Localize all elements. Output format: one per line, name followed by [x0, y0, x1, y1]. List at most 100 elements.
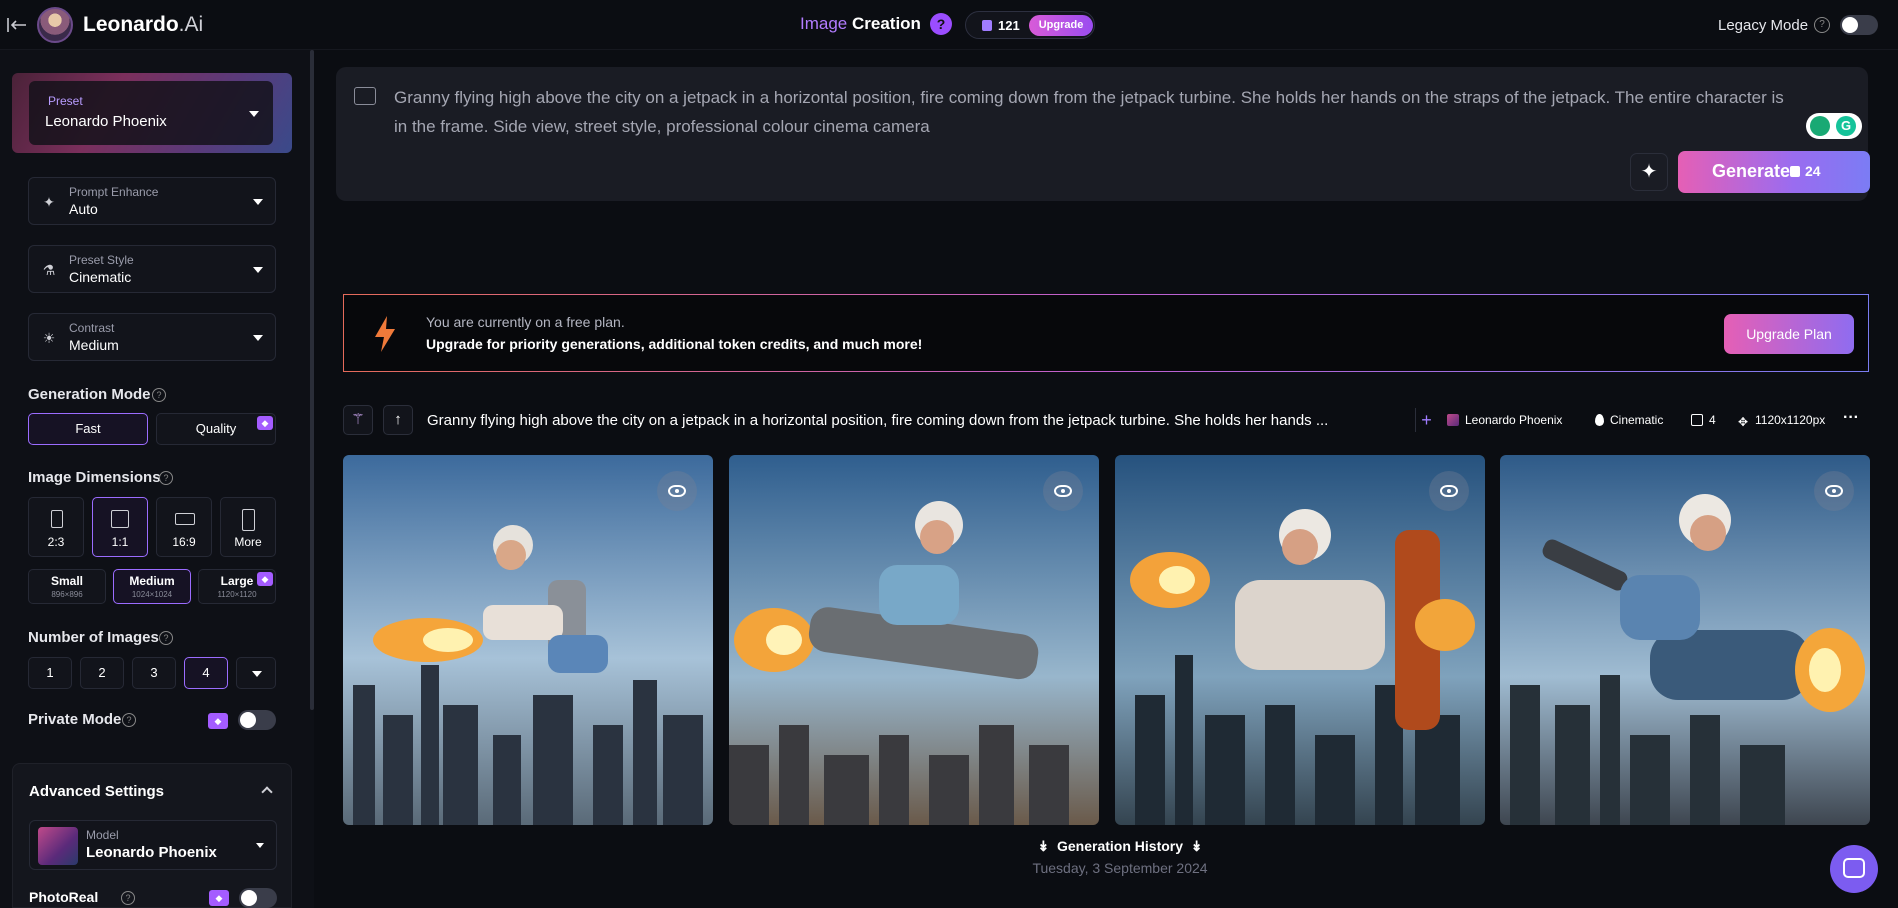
generate-label: Generate: [1712, 161, 1791, 181]
generation-style: Cinematic: [1595, 413, 1663, 427]
private-mode-help-icon[interactable]: ?: [122, 713, 136, 727]
add-prompt-button[interactable]: +: [1415, 408, 1437, 432]
advanced-settings-panel: Advanced Settings Model Leonardo Phoenix…: [12, 763, 292, 908]
mode-quality-button[interactable]: Quality ◆: [156, 413, 276, 445]
private-mode-label: Private Mode: [28, 711, 122, 728]
generation-style-text: Cinematic: [1610, 413, 1664, 427]
chevron-up-icon[interactable]: [261, 786, 273, 798]
upgrade-plan-button[interactable]: Upgrade Plan: [1724, 314, 1854, 354]
grammarly-icon: G: [1836, 116, 1856, 136]
eye-icon: [1825, 485, 1843, 497]
preset-label: Preset: [48, 94, 83, 108]
gem-icon: ◆: [209, 890, 229, 906]
drop-icon: [1595, 414, 1604, 426]
model-dropdown[interactable]: Model Leonardo Phoenix: [29, 820, 277, 870]
mode-fast-button[interactable]: Fast: [28, 413, 148, 445]
legacy-mode-toggle[interactable]: [1840, 15, 1878, 35]
size-medium-button[interactable]: Medium 1024×1024: [113, 569, 191, 604]
sun-icon: ☀: [42, 330, 56, 346]
help-icon[interactable]: ?: [930, 13, 952, 35]
eye-icon: [668, 485, 686, 497]
generation-history-date: Tuesday, 3 September 2024: [1032, 860, 1208, 876]
private-mode-toggle[interactable]: [238, 710, 276, 730]
generation-mode-label: Generation Mode: [28, 386, 151, 403]
logo-avatar[interactable]: [37, 7, 73, 43]
model-label: Model: [86, 828, 119, 842]
num-images-1-button[interactable]: 1: [28, 657, 72, 689]
ratio-label: 16:9: [172, 535, 196, 549]
top-bar: Leonardo.Ai Image Creation ? 121 Upgrade…: [0, 0, 1898, 50]
generation-prompt[interactable]: Granny flying high above the city on a j…: [427, 412, 1328, 429]
view-image-button[interactable]: [1043, 471, 1083, 511]
prompt-box[interactable]: Granny flying high above the city on a j…: [336, 67, 1870, 201]
gem-icon: ◆: [208, 713, 228, 729]
generation-model-text: Leonardo Phoenix: [1465, 413, 1563, 427]
image-dimensions-label: Image Dimensions: [28, 469, 161, 486]
generation-history[interactable]: ↡ Generation History ↡ Tuesday, 3 Septem…: [1020, 838, 1220, 876]
contrast-dropdown[interactable]: ☀ Contrast Medium: [28, 313, 276, 361]
eye-icon: [1054, 485, 1072, 497]
generation-dimensions: ✥ 1120x1120px: [1737, 413, 1825, 428]
generation-count: 4: [1691, 413, 1716, 427]
grammarly-widget[interactable]: G: [1806, 113, 1862, 139]
generated-image-2[interactable]: [729, 455, 1099, 825]
token-icon: [982, 20, 992, 31]
prompt-input[interactable]: Granny flying high above the city on a j…: [394, 83, 1794, 141]
photoreal-help-icon[interactable]: ?: [121, 891, 135, 905]
generated-image-3[interactable]: [1115, 455, 1485, 825]
ratio-shape-icon: [175, 513, 195, 525]
token-balance[interactable]: 121 Upgrade: [965, 11, 1095, 39]
arrow-up-icon[interactable]: ↑: [383, 405, 413, 435]
contrast-value: Medium: [69, 337, 119, 353]
prompt-enhance-dropdown[interactable]: ✦ Prompt Enhance Auto: [28, 177, 276, 225]
toggle-knob: [240, 712, 256, 728]
image-icon[interactable]: [354, 87, 376, 105]
free-plan-banner: You are currently on a free plan. Upgrad…: [343, 294, 1869, 372]
magic-wand-icon[interactable]: ⚚: [343, 405, 373, 435]
generation-mode-help-icon[interactable]: ?: [152, 388, 166, 402]
ratio-2-3-button[interactable]: 2:3: [28, 497, 84, 557]
view-image-button[interactable]: [657, 471, 697, 511]
gem-icon: ◆: [257, 572, 273, 586]
chevron-down-icon: [256, 843, 264, 848]
generated-image-4-art: [1500, 455, 1870, 825]
num-images-2-button[interactable]: 2: [80, 657, 124, 689]
preset-style-dropdown[interactable]: ⚗ Preset Style Cinematic: [28, 245, 276, 293]
number-of-images-help-icon[interactable]: ?: [159, 631, 173, 645]
sparkle-icon: ✦: [1640, 161, 1658, 183]
ratio-1-1-button[interactable]: 1:1: [92, 497, 148, 557]
legacy-help-icon[interactable]: ?: [1814, 17, 1830, 33]
photoreal-label: PhotoReal: [29, 889, 99, 905]
ratio-more-button[interactable]: More: [220, 497, 276, 557]
chat-icon: [1843, 858, 1865, 878]
view-image-button[interactable]: [1814, 471, 1854, 511]
brand-logo[interactable]: Leonardo.Ai: [83, 13, 203, 37]
ratio-16-9-button[interactable]: 16:9: [156, 497, 212, 557]
generation-header: ⚚ ↑ Granny flying high above the city on…: [343, 405, 1869, 437]
toggle-knob: [1842, 17, 1858, 33]
num-images-more-button[interactable]: [236, 657, 276, 689]
num-images-3-button[interactable]: 3: [132, 657, 176, 689]
contrast-label: Contrast: [69, 321, 115, 335]
preset-card[interactable]: Preset Leonardo Phoenix: [12, 73, 292, 153]
image-dimensions-help-icon[interactable]: ?: [159, 471, 173, 485]
generate-button[interactable]: Generate 24: [1678, 151, 1870, 193]
view-image-button[interactable]: [1429, 471, 1469, 511]
model-value: Leonardo Phoenix: [86, 844, 217, 861]
sidebar-scrollbar[interactable]: [310, 50, 314, 710]
upgrade-button[interactable]: Upgrade: [1029, 15, 1093, 36]
page-title-part2: Creation: [851, 14, 921, 33]
photoreal-toggle[interactable]: [239, 888, 277, 908]
chat-support-button[interactable]: [1830, 845, 1878, 893]
generated-image-4[interactable]: [1500, 455, 1870, 825]
ratio-shape-icon: [111, 510, 129, 528]
size-small-button[interactable]: Small 896×896: [28, 569, 106, 604]
more-options-icon[interactable]: ···: [1843, 409, 1859, 427]
generated-image-1[interactable]: [343, 455, 713, 825]
preset-dropdown[interactable]: Preset Leonardo Phoenix: [29, 81, 273, 145]
num-images-4-button[interactable]: 4: [184, 657, 228, 689]
prompt-improve-button[interactable]: ✦: [1630, 153, 1668, 191]
images-icon: [1691, 414, 1703, 426]
back-arrow-icon[interactable]: [6, 14, 28, 36]
size-large-button[interactable]: Large 1120×1120 ◆: [198, 569, 276, 604]
